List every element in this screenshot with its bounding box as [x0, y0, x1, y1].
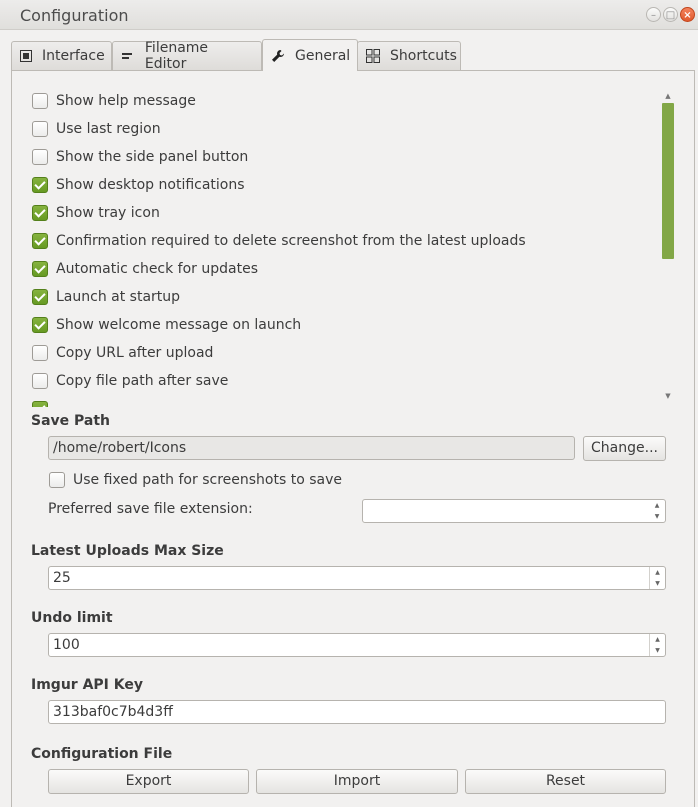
window-title: Configuration	[20, 6, 129, 25]
export-button[interactable]: Export	[48, 769, 249, 794]
checkbox[interactable]	[32, 121, 48, 137]
option-label: Show help message	[56, 93, 196, 109]
checkbox[interactable]	[32, 345, 48, 361]
title-bar: Configuration – □ ×	[0, 0, 698, 30]
checkbox[interactable]	[32, 317, 48, 333]
option-welcome-message[interactable]: Show welcome message on launch	[32, 311, 662, 339]
option-label: Show tray icon	[56, 205, 160, 221]
save-path-field[interactable]: /home/robert/Icons	[48, 436, 575, 460]
select-arrows-icon: ▲ ▼	[654, 502, 660, 520]
undo-value: 100	[53, 637, 80, 653]
option-show-side-panel-button[interactable]: Show the side panel button	[32, 143, 662, 171]
tab-filename-editor[interactable]: Filename Editor	[112, 40, 262, 72]
option-label: Copy file path after save	[56, 373, 229, 389]
import-button[interactable]: Import	[256, 769, 458, 794]
option-label: Confirmation required to delete screensh…	[56, 233, 526, 249]
tab-label: Interface	[42, 48, 105, 64]
maximize-button[interactable]: □	[663, 7, 678, 22]
imgur-api-key-input[interactable]: 313baf0c7b4d3ff	[48, 700, 666, 724]
option-label: Show welcome message on launch	[56, 317, 302, 333]
tab-label: Shortcuts	[390, 48, 457, 64]
scrollbar-thumb[interactable]	[662, 103, 674, 259]
option-label: Use last region	[56, 121, 161, 137]
option-copy-url[interactable]: Copy URL after upload	[32, 339, 662, 367]
interface-icon	[20, 49, 32, 63]
scroll-up-icon[interactable]: ▲	[661, 91, 675, 101]
checkbox[interactable]	[32, 177, 48, 193]
config-file-heading: Configuration File	[31, 746, 173, 762]
option-show-desktop-notifications[interactable]: Show desktop notifications	[32, 171, 662, 199]
spin-up-icon[interactable]: ▲	[650, 567, 665, 578]
tab-general[interactable]: General	[262, 39, 358, 71]
reset-button[interactable]: Reset	[465, 769, 666, 794]
tab-shortcuts[interactable]: Shortcuts	[357, 41, 461, 70]
options-scrollbar[interactable]: ▲ ▼	[661, 91, 675, 407]
grid-icon	[366, 49, 380, 63]
fixed-path-option[interactable]: Use fixed path for screenshots to save	[49, 466, 342, 494]
option-partially-visible[interactable]	[32, 395, 662, 407]
option-check-updates[interactable]: Automatic check for updates	[32, 255, 662, 283]
option-label: Show desktop notifications	[56, 177, 245, 193]
option-show-help-message[interactable]: Show help message	[32, 87, 662, 115]
tab-label: General	[295, 47, 351, 64]
option-label: Automatic check for updates	[56, 261, 259, 277]
tab-label: Filename Editor	[144, 40, 209, 72]
option-confirm-delete[interactable]: Confirmation required to delete screensh…	[32, 227, 662, 255]
minimize-button[interactable]: –	[646, 7, 661, 22]
spin-up-icon[interactable]: ▲	[650, 634, 665, 645]
change-path-button[interactable]: Change...	[583, 436, 666, 461]
option-copy-file-path[interactable]: Copy file path after save	[32, 367, 662, 395]
filename-icon	[121, 49, 135, 63]
extension-label: Preferred save file extension:	[48, 501, 253, 517]
undo-heading: Undo limit	[31, 610, 113, 626]
spin-down-icon[interactable]: ▼	[650, 645, 665, 656]
uploads-value: 25	[53, 570, 71, 586]
options-list: Show help message Use last region Show t…	[32, 87, 662, 407]
spin-down-icon[interactable]: ▼	[650, 578, 665, 589]
checkbox[interactable]	[32, 233, 48, 249]
checkbox[interactable]	[32, 373, 48, 389]
checkbox[interactable]	[32, 261, 48, 277]
checkbox[interactable]	[49, 472, 65, 488]
option-label: Copy URL after upload	[56, 345, 214, 361]
option-label: Show the side panel button	[56, 149, 249, 165]
option-label: Launch at startup	[56, 289, 181, 305]
option-use-last-region[interactable]: Use last region	[32, 115, 662, 143]
spin-buttons[interactable]: ▲ ▼	[649, 567, 665, 589]
option-launch-at-startup[interactable]: Launch at startup	[32, 283, 662, 311]
checkbox[interactable]	[32, 149, 48, 165]
extension-select[interactable]: ▲ ▼	[362, 499, 666, 523]
checkbox[interactable]	[32, 289, 48, 305]
general-panel: Show help message Use last region Show t…	[11, 70, 695, 807]
close-button[interactable]: ×	[680, 7, 695, 22]
checkbox[interactable]	[32, 401, 48, 407]
imgur-heading: Imgur API Key	[31, 677, 143, 693]
uploads-heading: Latest Uploads Max Size	[31, 543, 224, 559]
uploads-max-size-input[interactable]: 25 ▲ ▼	[48, 566, 666, 590]
option-label: Use fixed path for screenshots to save	[73, 472, 342, 488]
option-show-tray-icon[interactable]: Show tray icon	[32, 199, 662, 227]
save-path-heading: Save Path	[31, 413, 111, 429]
spin-buttons[interactable]: ▲ ▼	[649, 634, 665, 656]
scroll-down-icon[interactable]: ▼	[661, 391, 675, 401]
wrench-icon	[271, 49, 285, 63]
checkbox[interactable]	[32, 93, 48, 109]
tab-interface[interactable]: Interface	[11, 41, 112, 70]
undo-limit-input[interactable]: 100 ▲ ▼	[48, 633, 666, 657]
checkbox[interactable]	[32, 205, 48, 221]
